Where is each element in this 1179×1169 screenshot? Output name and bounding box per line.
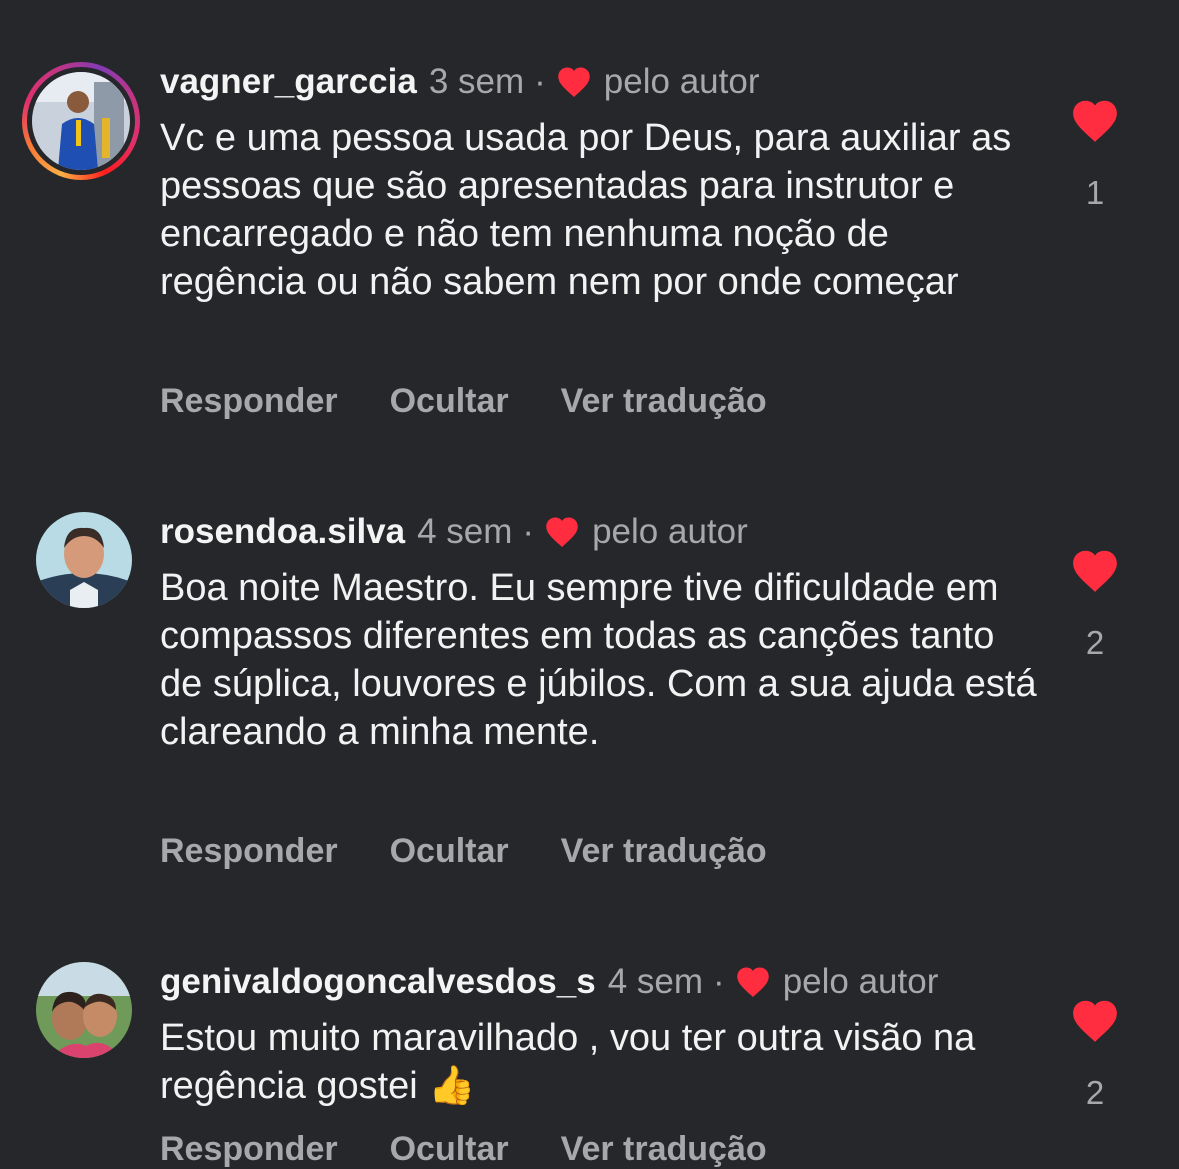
heart-icon[interactable] <box>1070 548 1120 594</box>
avatar-story-ring[interactable] <box>22 62 140 180</box>
comment-meta: rosendoa.silva 4 sem · pelo autor <box>160 512 748 552</box>
heart-icon[interactable] <box>1070 98 1120 144</box>
reply-button[interactable]: Responder <box>160 1130 338 1169</box>
heart-icon[interactable] <box>1070 998 1120 1044</box>
hide-button[interactable]: Ocultar <box>390 832 509 871</box>
heart-icon <box>735 965 771 999</box>
reply-button[interactable]: Responder <box>160 382 338 421</box>
comment-username[interactable]: rosendoa.silva <box>160 512 405 552</box>
comment-username[interactable]: vagner_garccia <box>160 62 417 102</box>
like-count: 2 <box>1085 624 1105 661</box>
avatar <box>32 72 130 170</box>
avatar[interactable] <box>36 962 132 1058</box>
comment-username[interactable]: genivaldogoncalvesdos_s <box>160 962 596 1002</box>
comment-actions: Responder Ocultar Ver tradução <box>160 382 819 421</box>
comment-text: Boa noite Maestro. Eu sempre tive dificu… <box>160 567 1037 753</box>
comment-text: Vc e uma pessoa usada por Deus, para aux… <box>160 117 1012 303</box>
separator-dot: · <box>522 512 535 551</box>
comment-time: 4 sem <box>417 512 513 551</box>
translate-button[interactable]: Ver tradução <box>561 1130 767 1169</box>
comment-actions: Responder Ocultar Ver tradução <box>160 832 819 871</box>
separator-dot: · <box>534 62 546 101</box>
hide-button[interactable]: Ocultar <box>390 382 509 421</box>
avatar[interactable] <box>36 512 132 608</box>
comment-meta: vagner_garccia 3 sem · pelo autor <box>160 62 759 102</box>
author-like-badge: pelo autor <box>592 512 748 551</box>
separator-dot: · <box>713 962 725 1001</box>
comment-meta: genivaldogoncalvesdos_s 4 sem · pelo aut… <box>160 962 938 1002</box>
author-like-badge: pelo autor <box>782 962 939 1001</box>
comment-time: 3 sem <box>428 62 525 101</box>
reply-button[interactable]: Responder <box>160 832 338 871</box>
hide-button[interactable]: Ocultar <box>390 1130 509 1169</box>
comment-actions: Responder Ocultar Ver tradução <box>160 1130 819 1169</box>
author-like-badge: pelo autor <box>603 62 760 101</box>
comment-time: 4 sem <box>607 962 704 1001</box>
translate-button[interactable]: Ver tradução <box>561 382 767 421</box>
translate-button[interactable]: Ver tradução <box>561 832 767 871</box>
heart-icon <box>556 65 592 99</box>
comment-text: Estou muito maravilhado , vou ter outra … <box>160 1017 976 1107</box>
like-count: 1 <box>1085 174 1105 211</box>
heart-icon <box>544 515 580 549</box>
like-count: 2 <box>1085 1074 1105 1111</box>
